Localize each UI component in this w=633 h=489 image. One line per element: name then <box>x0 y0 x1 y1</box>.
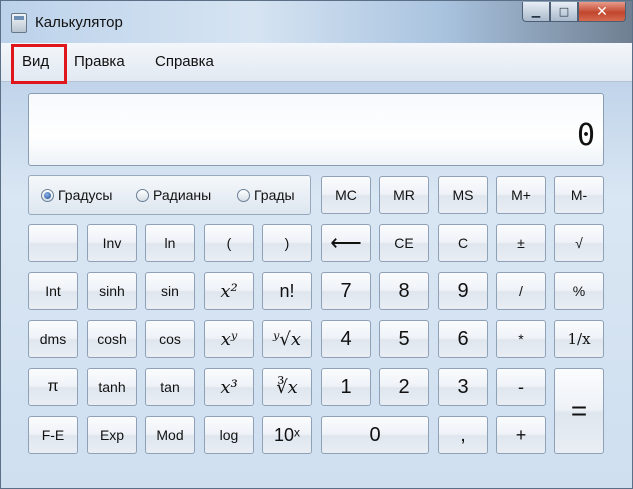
ce-button[interactable]: CE <box>379 224 429 262</box>
menu-bar: Вид Правка Справка <box>1 43 632 82</box>
x-power-y-button[interactable]: xʸ <box>204 320 254 358</box>
m-minus-button[interactable]: M- <box>554 176 604 214</box>
sqrt-button[interactable]: √ <box>554 224 604 262</box>
tan-button[interactable]: tan <box>145 368 195 406</box>
digit-6-button[interactable]: 6 <box>438 320 488 358</box>
digit-5-button[interactable]: 5 <box>379 320 429 358</box>
right-paren-button[interactable]: ) <box>262 224 312 262</box>
title-bar[interactable]: Калькулятор ▁ □ ✕ <box>1 1 632 43</box>
int-button[interactable]: Int <box>28 272 78 310</box>
blank-button[interactable] <box>28 224 78 262</box>
fe-button[interactable]: F-E <box>28 416 78 454</box>
dms-button[interactable]: dms <box>28 320 78 358</box>
factorial-button[interactable]: n! <box>262 272 312 310</box>
add-button[interactable]: + <box>496 416 546 454</box>
digit-4-button[interactable]: 4 <box>321 320 371 358</box>
divide-button[interactable]: / <box>496 272 546 310</box>
y-root-x-button[interactable]: ʸ√x <box>262 320 312 358</box>
close-icon: ✕ <box>596 3 608 20</box>
pi-button[interactable]: π <box>28 368 78 406</box>
digit-0-button[interactable]: 0 <box>321 416 429 454</box>
ms-button[interactable]: MS <box>438 176 488 214</box>
equals-button[interactable]: = <box>554 368 604 454</box>
digit-2-button[interactable]: 2 <box>379 368 429 406</box>
inv-button[interactable]: Inv <box>87 224 137 262</box>
maximize-icon: □ <box>558 5 570 18</box>
x-cubed-button[interactable]: x³ <box>204 368 254 406</box>
radio-degrees-indicator <box>41 188 54 202</box>
mr-button[interactable]: MR <box>379 176 429 214</box>
digit-1-button[interactable]: 1 <box>321 368 371 406</box>
tanh-button[interactable]: tanh <box>87 368 137 406</box>
log-button[interactable]: log <box>204 416 254 454</box>
ten-power-x-button[interactable]: 10ˣ <box>262 416 312 454</box>
angle-unit-group: Градусы Радианы Грады <box>28 175 311 215</box>
calculator-window: Калькулятор ▁ □ ✕ Вид Правка Справка 0 Г… <box>0 0 633 489</box>
c-button[interactable]: C <box>438 224 488 262</box>
radio-radians[interactable]: Радианы <box>136 187 211 203</box>
menu-help[interactable]: Справка <box>155 53 214 70</box>
left-paren-button[interactable]: ( <box>204 224 254 262</box>
digit-3-button[interactable]: 3 <box>438 368 488 406</box>
window-controls: ▁ □ ✕ <box>522 2 626 24</box>
maximize-button[interactable]: □ <box>550 2 578 22</box>
x-squared-button[interactable]: x² <box>204 272 254 310</box>
minimize-icon: ▁ <box>531 5 541 18</box>
sin-button[interactable]: sin <box>145 272 195 310</box>
percent-button[interactable]: % <box>554 272 604 310</box>
ln-button[interactable]: ln <box>145 224 195 262</box>
digit-8-button[interactable]: 8 <box>379 272 429 310</box>
close-button[interactable]: ✕ <box>578 2 626 22</box>
calculator-app-icon <box>11 13 27 33</box>
sinh-button[interactable]: sinh <box>87 272 137 310</box>
backspace-icon: ⟵ <box>330 230 362 255</box>
backspace-button[interactable]: ⟵ <box>321 224 371 262</box>
m-plus-button[interactable]: M+ <box>496 176 546 214</box>
calculator-display: 0 <box>28 93 604 166</box>
cos-button[interactable]: cos <box>145 320 195 358</box>
menu-edit[interactable]: Правка <box>74 53 125 70</box>
display-value: 0 <box>576 118 595 153</box>
window-title: Калькулятор <box>35 14 123 31</box>
minimize-button[interactable]: ▁ <box>522 2 550 22</box>
radio-radians-label: Радианы <box>153 187 212 203</box>
mc-button[interactable]: MC <box>321 176 371 214</box>
radio-grads-label: Грады <box>254 187 295 203</box>
cosh-button[interactable]: cosh <box>87 320 137 358</box>
multiply-button[interactable]: * <box>496 320 546 358</box>
radio-degrees-label: Градусы <box>58 187 113 203</box>
exp-button[interactable]: Exp <box>87 416 137 454</box>
plus-minus-button[interactable]: ± <box>496 224 546 262</box>
subtract-button[interactable]: - <box>496 368 546 406</box>
radio-degrees[interactable]: Градусы <box>41 187 112 203</box>
radio-radians-indicator <box>136 188 149 202</box>
digit-9-button[interactable]: 9 <box>438 272 488 310</box>
reciprocal-button[interactable]: 1/x <box>554 320 604 358</box>
cube-root-button[interactable]: ∛x <box>262 368 312 406</box>
radio-grads[interactable]: Грады <box>237 187 295 203</box>
radio-grads-indicator <box>237 188 250 202</box>
menu-view-highlight <box>11 44 67 84</box>
digit-7-button[interactable]: 7 <box>321 272 371 310</box>
mod-button[interactable]: Mod <box>145 416 195 454</box>
decimal-button[interactable]: , <box>438 416 488 454</box>
